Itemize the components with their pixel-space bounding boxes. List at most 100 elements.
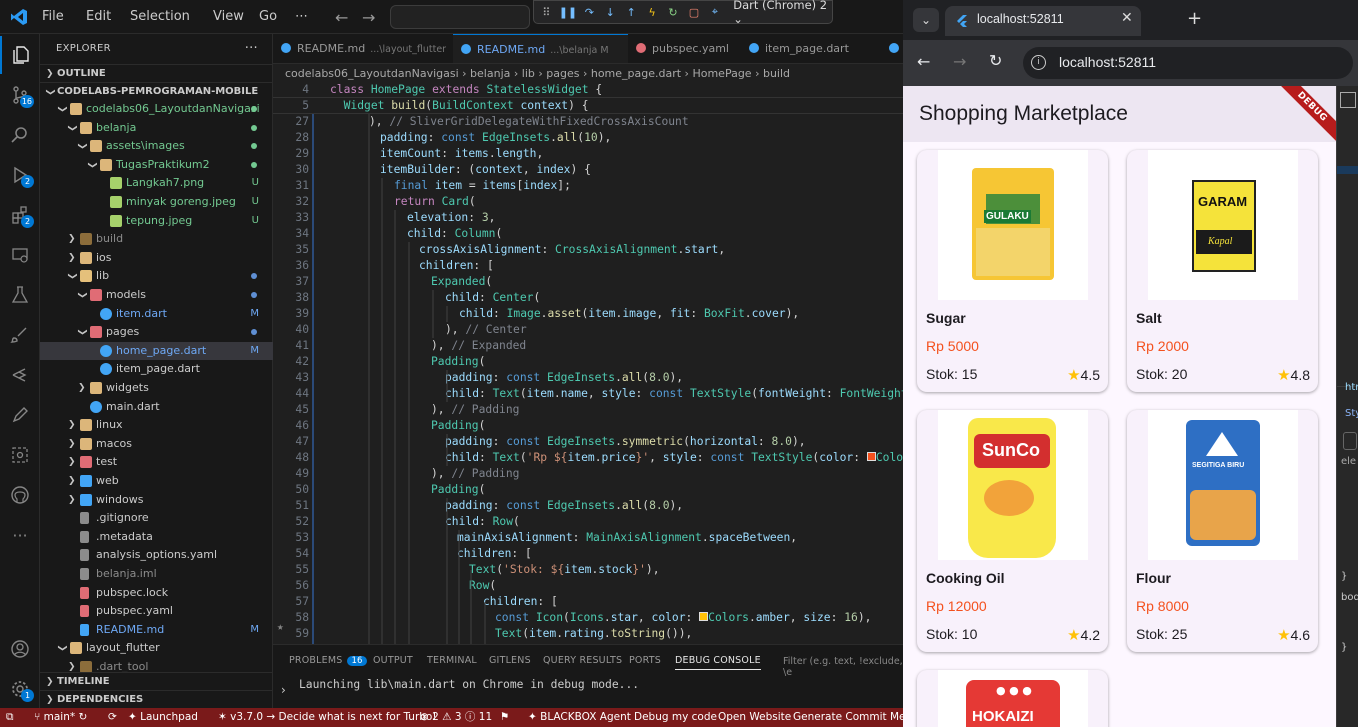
devtools-filter-icon[interactable] (1343, 432, 1357, 450)
tree-item[interactable]: ❯ macos (40, 435, 273, 453)
open-website-status[interactable]: Open Website (718, 708, 791, 727)
hot-reload-icon[interactable]: ϟ (646, 5, 659, 19)
tree-item[interactable]: ❯ widgets (40, 379, 273, 397)
tree-item[interactable]: main.dart (40, 398, 273, 416)
tree-item[interactable]: ❯ build (40, 230, 273, 248)
tree-item[interactable]: ❯ linux (40, 416, 273, 434)
tree-item[interactable]: tepung.jpeg U (40, 212, 273, 230)
tree-item[interactable]: ❯ assets\images (40, 137, 273, 155)
browser-forward-icon[interactable]: → (953, 52, 966, 71)
browser-tab[interactable]: localhost:52811 ✕ (945, 6, 1141, 36)
manage-gear-icon[interactable]: 1 (0, 670, 40, 708)
tree-item[interactable]: ❯ layout_flutter (40, 639, 273, 657)
launchpad-status[interactable]: ✦ Launchpad (128, 708, 198, 727)
editor-tab[interactable]: item_page.dart (741, 34, 881, 63)
tree-item[interactable]: item_page.dart (40, 360, 273, 378)
tree-item[interactable]: ❯ lib (40, 267, 273, 285)
menu-item[interactable]: File (42, 0, 64, 34)
restart-icon[interactable]: ↻ (667, 5, 680, 19)
product-card[interactable]: SunCo Cooking Oil Rp 12000 Stok: 10 ★4.2 (917, 410, 1108, 652)
search-icon[interactable] (0, 116, 40, 154)
tree-item[interactable]: pubspec.lock (40, 584, 273, 602)
more-icon[interactable]: ··· (0, 516, 40, 554)
problems-status[interactable]: ⊗ 2 ⚠ 3 ⓘ 11 (420, 708, 492, 727)
testing-icon[interactable] (0, 276, 40, 314)
remote-icon[interactable]: ⧉ (6, 708, 14, 727)
code-editor[interactable]: 4 class HomePage extends StatelessWidget … (273, 82, 903, 644)
menu-item[interactable]: Edit (86, 0, 111, 34)
branch-status[interactable]: ⑂ main* ↻ (34, 708, 87, 727)
tree-item[interactable]: .metadata (40, 528, 273, 546)
tree-item[interactable]: ❯ ios (40, 249, 273, 267)
turbo-status[interactable]: ✶ v3.7.0 → Decide what is next for Turbo… (218, 708, 437, 727)
editor-tab[interactable]: ite (881, 34, 903, 63)
tree-item[interactable]: README.md M (40, 621, 273, 639)
sync-icon[interactable]: ⟳ (108, 708, 117, 727)
product-card[interactable]: GULAKU Sugar Rp 5000 Stok: 15 ★4.5 (917, 150, 1108, 392)
address-bar[interactable]: i localhost:52811 (1023, 47, 1353, 79)
gitlens-icon[interactable] (0, 356, 40, 394)
paintbrush-icon[interactable] (0, 316, 40, 354)
accounts-icon[interactable] (0, 630, 40, 668)
menu-item[interactable]: Selection (130, 0, 190, 34)
workspace-root[interactable]: ❯ CODELABS-PEMROGRAMAN-MOBILE (40, 82, 273, 100)
panel-tab[interactable]: PORTS (629, 655, 661, 666)
tree-item[interactable]: .gitignore (40, 509, 273, 527)
tree-item[interactable]: minyak goreng.jpeg U (40, 193, 273, 211)
tree-item[interactable]: ❯ codelabs06_LayoutdanNavigasi (40, 100, 273, 118)
browser-reload-icon[interactable]: ↻ (989, 51, 1002, 70)
tree-item[interactable]: ❯ belanja (40, 119, 273, 137)
editor-tab[interactable]: pubspec.yaml (628, 34, 741, 63)
pause-icon[interactable]: ❚❚ (559, 5, 577, 19)
panel-tab[interactable]: TERMINAL (427, 655, 477, 666)
commit-message-status[interactable]: Generate Commit Messa (793, 708, 903, 727)
product-card[interactable]: SEGITIGA BIRU Flour Rp 8000 Stok: 25 ★4.6 (1127, 410, 1318, 652)
panel-tab[interactable]: GITLENS (489, 655, 531, 666)
debug-target-select[interactable]: Dart (Chrome) 2 ⌄ (733, 0, 832, 26)
command-center[interactable] (390, 5, 530, 29)
timeline-section[interactable]: ❯ TIMELINE (40, 672, 273, 690)
tab-search-icon[interactable]: ⌄ (913, 8, 939, 32)
editor-tab[interactable]: README.md ...\belanja M (453, 34, 628, 63)
step-out-icon[interactable]: ↑ (625, 5, 638, 19)
back-arrow-icon[interactable]: ← (335, 8, 348, 27)
debug-code-status[interactable]: Debug my code (634, 708, 717, 727)
forward-arrow-icon[interactable]: → (362, 8, 375, 27)
panel-tab[interactable]: QUERY RESULTS (543, 655, 622, 666)
source-control-icon[interactable]: 16 (0, 76, 40, 114)
blackbox-status[interactable]: ✦ BLACKBOX Agent (528, 708, 631, 727)
menu-item[interactable]: ⋯ (295, 0, 308, 34)
site-info-icon[interactable]: i (1031, 55, 1046, 70)
devtools-icon[interactable]: ⌖ (708, 5, 721, 19)
drag-handle-icon[interactable]: ⠿ (540, 5, 553, 19)
outline-section[interactable]: ❯ OUTLINE (40, 64, 273, 82)
stop-icon[interactable]: ▢ (687, 5, 700, 19)
tree-item[interactable]: ❯ windows (40, 491, 273, 509)
tree-item[interactable]: ❯ models (40, 286, 273, 304)
extensions-icon[interactable]: 2 (0, 196, 40, 234)
step-over-icon[interactable]: ↷ (583, 5, 596, 19)
devtools-inspect-icon[interactable] (1340, 92, 1356, 108)
github-icon[interactable] (0, 476, 40, 514)
browser-back-icon[interactable]: ← (917, 52, 930, 71)
tree-item[interactable]: belanja.iml (40, 565, 273, 583)
explorer-icon[interactable] (0, 36, 40, 74)
new-tab-icon[interactable]: + (1187, 8, 1202, 29)
menu-item[interactable]: Go (259, 0, 277, 34)
tree-item[interactable]: ❯ pages (40, 323, 273, 341)
tab-close-icon[interactable]: ✕ (1121, 10, 1133, 26)
editor-tab[interactable]: README.md ...\layout_flutter (273, 34, 453, 63)
step-into-icon[interactable]: ↓ (604, 5, 617, 19)
panel-tab[interactable]: OUTPUT (373, 655, 413, 666)
product-card-partial[interactable]: ● ● ● HOKAIZI (917, 670, 1108, 727)
panel-tab[interactable]: DEBUG CONSOLE (675, 655, 761, 670)
console-filter-input[interactable]: Filter (e.g. text, !exclude, \e (783, 656, 903, 678)
run-debug-icon[interactable]: 2 (0, 156, 40, 194)
dependencies-section[interactable]: ❯ DEPENDENCIES (40, 690, 273, 708)
tree-item[interactable]: analysis_options.yaml (40, 546, 273, 564)
tree-item[interactable]: ❯ TugasPraktikum2 (40, 156, 273, 174)
network-icon[interactable]: ⚑ (500, 708, 509, 727)
explorer-more-icon[interactable]: ··· (245, 34, 258, 64)
product-card[interactable]: GARAM Kapal Salt Rp 2000 Stok: 20 ★4.8 (1127, 150, 1318, 392)
tree-item[interactable]: ❯ test (40, 453, 273, 471)
